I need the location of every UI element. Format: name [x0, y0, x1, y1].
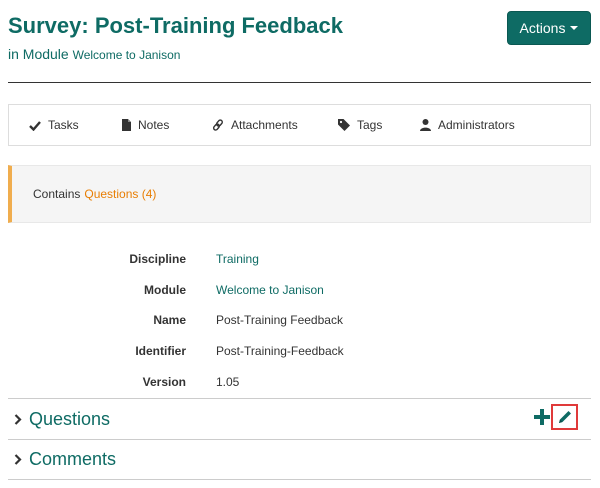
in-module-prefix: in Module: [8, 46, 69, 62]
tab-label: Tasks: [48, 118, 79, 132]
detail-label-discipline: Discipline: [129, 252, 186, 266]
detail-value-module[interactable]: Welcome to Janison: [216, 283, 324, 297]
tab-administrators[interactable]: Administrators: [420, 105, 515, 145]
detail-value-version: 1.05: [216, 375, 240, 389]
tab-label: Attachments: [231, 118, 298, 132]
edit-questions-button[interactable]: [551, 404, 578, 430]
section-title: Comments: [29, 449, 117, 469]
caret-down-icon: [570, 26, 579, 30]
tab-tasks[interactable]: Tasks: [29, 105, 79, 145]
contains-prefix: Contains: [33, 187, 81, 201]
pencil-icon: [558, 411, 571, 423]
contains-panel: Contains Questions (4): [8, 165, 591, 223]
section-comments[interactable]: Comments: [8, 439, 591, 480]
questions-count-link[interactable]: Questions (4): [84, 187, 156, 201]
detail-label-identifier: Identifier: [135, 344, 186, 358]
title-divider: [8, 82, 591, 83]
tab-notes[interactable]: Notes: [122, 105, 169, 145]
user-icon: [420, 119, 431, 131]
file-icon: [122, 119, 131, 131]
tab-attachments[interactable]: Attachments: [212, 105, 298, 145]
tab-label: Notes: [138, 118, 170, 132]
check-icon: [29, 120, 41, 131]
link-icon: [212, 119, 223, 131]
section-title: Questions: [29, 408, 111, 429]
chevron-right-icon: [14, 413, 22, 425]
detail-value-discipline[interactable]: Training: [216, 252, 259, 266]
chevron-right-icon: [14, 454, 22, 465]
page-title: Survey: Post-Training Feedback: [8, 13, 343, 38]
actions-label: Actions: [519, 20, 566, 36]
detail-value-name: Post-Training Feedback: [216, 313, 343, 327]
tab-label: Tags: [357, 118, 383, 132]
tab-tags[interactable]: Tags: [338, 105, 382, 145]
tag-icon: [338, 119, 350, 131]
actions-button[interactable]: Actions: [507, 11, 591, 45]
tab-label: Administrators: [438, 118, 515, 132]
tab-bar: Tasks Notes Attachments Tags Administrat…: [8, 104, 591, 146]
detail-label-module: Module: [144, 283, 186, 297]
module-link[interactable]: Welcome to Janison: [73, 48, 181, 62]
detail-label-version: Version: [142, 375, 186, 389]
add-question-icon[interactable]: [533, 408, 551, 426]
detail-label-name: Name: [153, 313, 186, 327]
detail-value-identifier: Post-Training-Feedback: [216, 344, 344, 358]
section-questions[interactable]: Questions: [8, 398, 591, 439]
module-subtitle: in Module Welcome to Janison: [8, 46, 180, 62]
